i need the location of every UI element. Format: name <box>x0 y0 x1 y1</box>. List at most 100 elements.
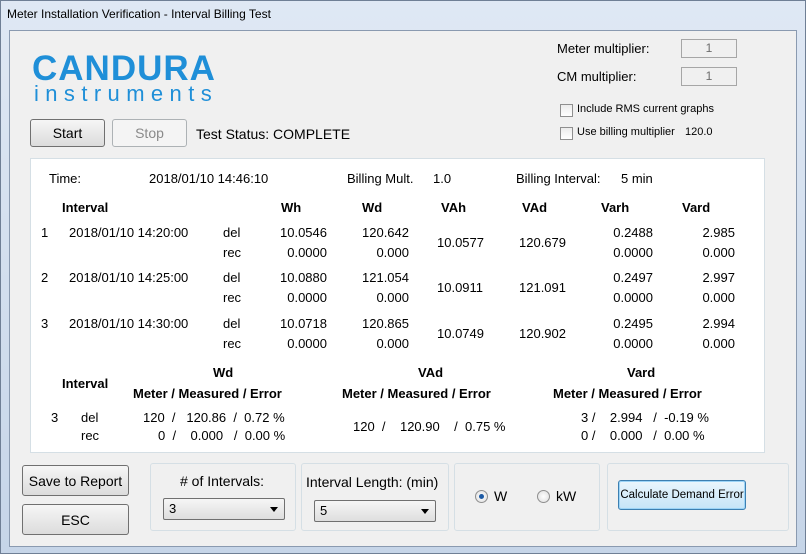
column-header: Wh <box>281 200 302 215</box>
chevron-down-icon <box>421 509 429 514</box>
vad-value: 120.902 <box>519 326 566 341</box>
demand-wd-header: Wd <box>213 365 234 380</box>
wd-rec: 0.000 <box>376 336 409 351</box>
window-title: Meter Installation Verification - Interv… <box>7 7 271 21</box>
del-label: del <box>223 316 241 331</box>
demand-del-label: del <box>81 410 99 425</box>
num-intervals-select[interactable]: 3 <box>163 498 285 520</box>
row-time: 2018/01/10 14:25:00 <box>69 270 189 285</box>
demand-vad: 120 / 120.90 / 0.75 % <box>353 419 506 434</box>
wd-del: 121.054 <box>362 270 409 285</box>
varh-rec: 0.0000 <box>613 245 653 260</box>
demand-interval-number: 3 <box>51 410 59 425</box>
vad-value: 121.091 <box>519 280 566 295</box>
client-area: CANDURA instruments Start Stop Test Stat… <box>9 30 797 547</box>
rec-label: rec <box>223 336 242 351</box>
wd-rec: 0.000 <box>376 290 409 305</box>
cm-multiplier-input[interactable]: 1 <box>681 67 737 86</box>
save-to-report-button[interactable]: Save to Report <box>22 465 129 496</box>
calc-group: Calculate Demand Error <box>607 463 789 531</box>
rec-label: rec <box>223 290 242 305</box>
interval-length-group: Interval Length: (min) 5 <box>301 463 449 531</box>
vard-del: 2.997 <box>702 270 735 285</box>
demand-rec-label: rec <box>81 428 100 443</box>
vad-value: 120.679 <box>519 235 566 250</box>
interval-length-select[interactable]: 5 <box>314 500 436 522</box>
unit-kw-label: kW <box>556 488 577 504</box>
use-billing-multiplier-checkbox[interactable] <box>560 127 573 140</box>
column-header: Varh <box>601 200 630 215</box>
wd-del: 120.642 <box>362 225 409 240</box>
varh-rec: 0.0000 <box>613 336 653 351</box>
wh-rec: 0.0000 <box>287 336 327 351</box>
unit-kw-radio[interactable] <box>537 490 550 503</box>
include-rms-label: Include RMS current graphs <box>577 103 714 115</box>
vard-rec: 0.000 <box>702 290 735 305</box>
demand-vard-subheader: Meter / Measured / Error <box>553 386 702 401</box>
wh-del: 10.0880 <box>280 270 327 285</box>
vard-rec: 0.000 <box>702 245 735 260</box>
row-number: 2 <box>41 270 49 285</box>
test-status: Test Status: COMPLETE <box>196 126 351 142</box>
logo-subtitle: instruments <box>34 81 219 106</box>
vah-value: 10.0911 <box>437 280 484 295</box>
billing-interval-value: 5 min <box>621 171 653 186</box>
results-panel: Time: 2018/01/10 14:46:10 Billing Mult. … <box>30 158 765 453</box>
cm-multiplier-label: CM multiplier: <box>557 69 637 84</box>
include-rms-checkbox[interactable] <box>560 104 573 117</box>
calculate-demand-error-button[interactable]: Calculate Demand Error <box>618 480 746 510</box>
time-label: Time: <box>49 171 82 186</box>
demand-wd-subheader: Meter / Measured / Error <box>133 386 282 401</box>
wh-rec: 0.0000 <box>287 245 327 260</box>
wd-del: 120.865 <box>362 316 409 331</box>
unit-group: W kW <box>454 463 600 531</box>
column-header: VAd <box>522 200 548 215</box>
unit-w-radio[interactable] <box>475 490 488 503</box>
vard-rec: 0.000 <box>702 336 735 351</box>
row-time: 2018/01/10 14:30:00 <box>69 316 189 331</box>
varh-rec: 0.0000 <box>613 290 653 305</box>
vard-del: 2.994 <box>702 316 735 331</box>
demand-vard-header: Vard <box>627 365 656 380</box>
del-label: del <box>223 270 241 285</box>
row-number: 1 <box>41 225 49 240</box>
billing-multiplier-value: 120.0 <box>685 126 713 138</box>
meter-multiplier-input[interactable]: 1 <box>681 39 737 58</box>
meter-multiplier-label: Meter multiplier: <box>557 41 650 56</box>
demand-vad-header: VAd <box>418 365 444 380</box>
interval-length-label: Interval Length: (min) <box>306 474 439 490</box>
demand-vad-subheader: Meter / Measured / Error <box>342 386 491 401</box>
del-label: del <box>223 225 241 240</box>
varh-del: 0.2497 <box>613 270 653 285</box>
chevron-down-icon <box>270 507 278 512</box>
num-intervals-value: 3 <box>169 501 177 516</box>
demand-wd-rec: 0 / 0.000 / 0.00 % <box>158 428 286 443</box>
demand-wd-del: 120 / 120.86 / 0.72 % <box>143 410 285 425</box>
column-header: Vard <box>682 200 711 215</box>
demand-vard-del: 3 / 2.994 / -0.19 % <box>581 410 709 425</box>
num-intervals-group: # of Intervals: 3 <box>150 463 296 531</box>
column-header: VAh <box>441 200 467 215</box>
wh-rec: 0.0000 <box>287 290 327 305</box>
billing-mult-label: Billing Mult. <box>347 171 414 186</box>
unit-w-label: W <box>494 488 508 504</box>
wd-rec: 0.000 <box>376 245 409 260</box>
esc-button[interactable]: ESC <box>22 504 129 535</box>
stop-button[interactable]: Stop <box>112 119 187 147</box>
vah-value: 10.0577 <box>437 235 484 250</box>
varh-del: 0.2495 <box>613 316 653 331</box>
demand-interval-header: Interval <box>62 376 109 391</box>
num-intervals-label: # of Intervals: <box>180 473 265 489</box>
vard-del: 2.985 <box>702 225 735 240</box>
demand-vard-rec: 0 / 0.000 / 0.00 % <box>581 428 705 443</box>
billing-interval-label: Billing Interval: <box>516 171 601 186</box>
row-time: 2018/01/10 14:20:00 <box>69 225 189 240</box>
column-header: Wd <box>362 200 383 215</box>
row-number: 3 <box>41 316 49 331</box>
start-button[interactable]: Start <box>30 119 105 147</box>
wh-del: 10.0718 <box>280 316 327 331</box>
varh-del: 0.2488 <box>613 225 653 240</box>
vah-value: 10.0749 <box>437 326 484 341</box>
billing-mult-value: 1.0 <box>433 171 452 186</box>
column-header: Interval <box>62 200 109 215</box>
